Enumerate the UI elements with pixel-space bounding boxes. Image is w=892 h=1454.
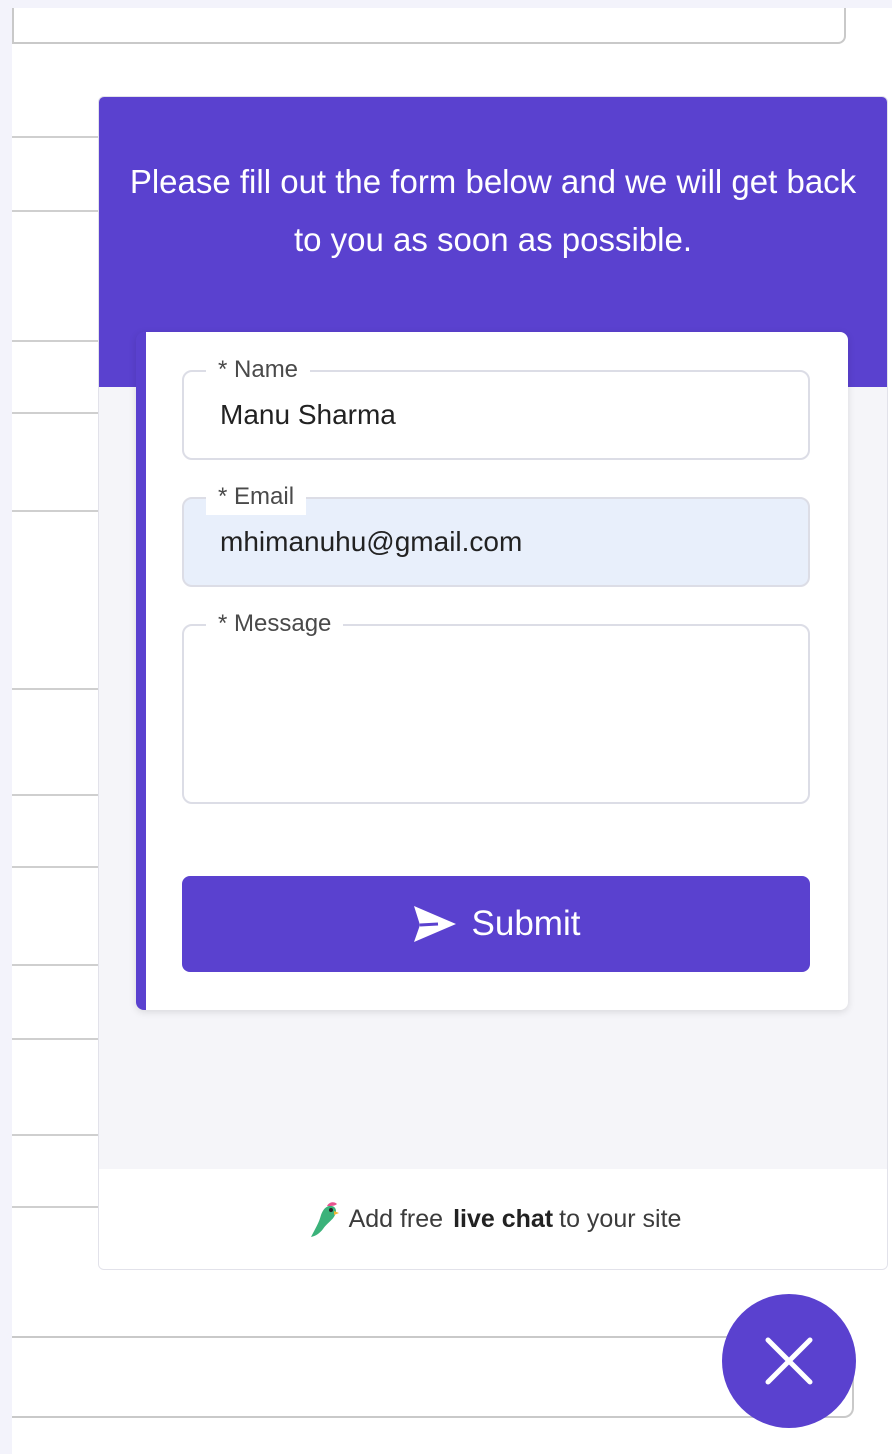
background-input-field[interactable] xyxy=(12,8,846,44)
send-icon xyxy=(413,906,456,942)
close-chat-button[interactable] xyxy=(722,1294,856,1428)
background-divider xyxy=(12,1206,98,1208)
name-field[interactable]: * Name xyxy=(182,352,810,460)
background-divider xyxy=(12,964,98,966)
background-divider xyxy=(12,1038,98,1040)
background-divider xyxy=(12,794,98,796)
background-divider xyxy=(12,1134,98,1136)
footer-bold-text: live chat xyxy=(453,1204,554,1233)
background-divider xyxy=(12,688,98,690)
background-divider xyxy=(12,510,98,512)
name-label: * Name xyxy=(206,352,311,388)
footer-suffix: to your site xyxy=(559,1204,682,1233)
add-live-chat-link[interactable]: Add free live chat to your site xyxy=(305,1199,682,1239)
email-field[interactable]: * Email xyxy=(182,479,810,587)
background-divider xyxy=(12,866,98,868)
submit-button[interactable]: Submit xyxy=(182,876,810,972)
parrot-logo-icon xyxy=(310,1202,339,1237)
background-divider xyxy=(12,210,98,212)
background-divider xyxy=(12,136,98,138)
header-message: Please fill out the form below and we wi… xyxy=(129,163,857,258)
form-card: * Name * Email * Message Submit xyxy=(136,332,848,1010)
message-label: * Message xyxy=(206,606,344,642)
submit-label: Submit xyxy=(471,904,581,943)
background-divider xyxy=(12,340,98,342)
close-icon xyxy=(765,1337,813,1385)
message-input[interactable] xyxy=(184,626,808,802)
widget-footer: Add free live chat to your site xyxy=(99,1169,887,1269)
email-label: * Email xyxy=(206,479,307,515)
message-field[interactable]: * Message xyxy=(182,606,810,804)
footer-prefix: Add free xyxy=(348,1204,444,1233)
background-divider xyxy=(12,412,98,414)
